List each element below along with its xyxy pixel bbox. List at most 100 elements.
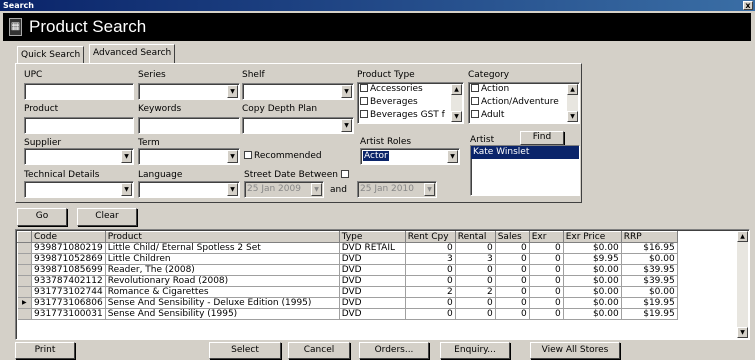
print-button[interactable]: Print bbox=[15, 342, 75, 359]
chevron-down-icon[interactable]: ▼ bbox=[311, 183, 322, 196]
list-item[interactable]: Kate Winslet bbox=[471, 146, 579, 159]
keywords-input[interactable] bbox=[138, 117, 240, 134]
product-input[interactable] bbox=[24, 117, 134, 134]
checkbox-icon[interactable] bbox=[244, 151, 252, 159]
tab-advanced-search[interactable]: Advanced Search bbox=[89, 44, 176, 64]
technical-combo[interactable]: ▼ bbox=[24, 181, 134, 198]
table-row[interactable]: 931773100031 Sense And Sensibility (1995)… bbox=[17, 308, 678, 320]
row-indicator[interactable] bbox=[17, 286, 32, 298]
chevron-down-icon[interactable]: ▼ bbox=[341, 85, 352, 98]
column-header[interactable]: Type bbox=[338, 231, 406, 243]
checkbox-icon[interactable] bbox=[360, 97, 368, 105]
scroll-down-icon[interactable]: ▼ bbox=[567, 111, 578, 122]
column-header[interactable]: Exr Price bbox=[562, 231, 622, 243]
table-cell: Romance & Cigarettes bbox=[105, 286, 340, 298]
table-row[interactable]: 931773102744 Romance & Cigarettes DVD 2 2 0 0 $… bbox=[17, 286, 678, 298]
checkbox-icon[interactable] bbox=[360, 110, 368, 118]
view-all-stores-button[interactable]: View All Stores bbox=[530, 342, 620, 359]
table-cell: $9.95 bbox=[563, 253, 622, 265]
scroll-down-icon[interactable]: ▼ bbox=[451, 111, 462, 122]
chevron-down-icon[interactable]: ▼ bbox=[227, 183, 238, 196]
shelf-combo[interactable]: ▼ bbox=[242, 83, 354, 100]
column-header[interactable]: Product bbox=[104, 231, 340, 243]
scrollbar[interactable]: ▲ ▼ bbox=[451, 84, 462, 122]
recommended-checkbox[interactable]: Recommended bbox=[244, 151, 322, 161]
chevron-down-icon[interactable]: ▼ bbox=[227, 150, 238, 163]
column-header[interactable]: Code bbox=[31, 231, 106, 243]
term-combo[interactable]: ▼ bbox=[138, 148, 240, 165]
column-header[interactable]: Rent Cpy bbox=[404, 231, 456, 243]
select-button[interactable]: Select bbox=[209, 342, 281, 359]
chevron-down-icon[interactable]: ▼ bbox=[424, 183, 435, 196]
date-from-picker[interactable]: 25 Jan 2009 ▼ bbox=[244, 181, 324, 198]
upc-input[interactable] bbox=[24, 83, 134, 100]
street-date-label[interactable]: Street Date Between bbox=[244, 170, 351, 180]
checkbox-icon[interactable] bbox=[340, 170, 349, 178]
term-label: Term bbox=[138, 138, 160, 148]
category-list[interactable]: Action Action/Adventure Adult ▲ ▼ bbox=[468, 82, 580, 124]
chevron-down-icon[interactable]: ▼ bbox=[447, 150, 458, 163]
checkbox-icon[interactable] bbox=[360, 84, 368, 92]
copy-depth-combo[interactable]: ▼ bbox=[242, 117, 354, 134]
scroll-up-icon[interactable]: ▲ bbox=[737, 231, 748, 242]
cancel-button[interactable]: Cancel bbox=[288, 342, 350, 359]
table-cell: $0.00 bbox=[563, 275, 622, 287]
list-item[interactable]: Action bbox=[469, 83, 579, 96]
chevron-down-icon[interactable]: ▼ bbox=[341, 119, 352, 132]
current-row-indicator-icon[interactable]: ▶ bbox=[17, 297, 32, 309]
table-cell: $19.95 bbox=[621, 308, 678, 320]
table-row[interactable]: 939871085699 Reader, The (2008) DVD 0 0 0 0 $0.… bbox=[17, 264, 678, 276]
series-combo[interactable]: ▼ bbox=[138, 83, 240, 100]
table-row[interactable]: 939871080219 Little Child/ Eternal Spotle… bbox=[17, 242, 678, 254]
scrollbar[interactable]: ▲ ▼ bbox=[567, 84, 578, 122]
table-cell: 933787402112 bbox=[31, 275, 106, 287]
checkbox-icon[interactable] bbox=[471, 84, 479, 92]
clear-button[interactable]: Clear bbox=[77, 208, 137, 226]
scroll-up-icon[interactable]: ▲ bbox=[567, 84, 578, 95]
list-item[interactable]: Beverages GST f bbox=[358, 109, 463, 122]
tab-quick-search[interactable]: Quick Search bbox=[17, 46, 85, 64]
orders-button[interactable]: Orders... bbox=[359, 342, 429, 359]
find-button[interactable]: Find bbox=[520, 131, 564, 145]
row-indicator[interactable] bbox=[17, 264, 32, 276]
table-cell: 0 bbox=[495, 275, 530, 287]
supplier-combo[interactable]: ▼ bbox=[24, 148, 134, 165]
language-combo[interactable]: ▼ bbox=[138, 181, 240, 198]
go-button[interactable]: Go bbox=[17, 208, 67, 226]
artist-roles-combo[interactable]: Actor ▼ bbox=[360, 148, 460, 165]
list-item[interactable]: Beverages bbox=[358, 96, 463, 109]
column-header[interactable]: Sales bbox=[494, 231, 530, 243]
enquiry-button[interactable]: Enquiry... bbox=[440, 342, 510, 359]
artist-roles-label: Artist Roles bbox=[360, 137, 412, 147]
chevron-down-icon[interactable]: ▼ bbox=[227, 85, 238, 98]
window-title: Search bbox=[3, 1, 34, 10]
column-header[interactable]: Exr bbox=[528, 231, 564, 243]
product-type-list[interactable]: Accessories Beverages Beverages GST f ▲ … bbox=[357, 82, 464, 124]
table-cell: $0.00 bbox=[621, 253, 678, 265]
artist-list[interactable]: Kate Winslet bbox=[470, 145, 580, 196]
date-to-picker[interactable]: 25 Jan 2010 ▼ bbox=[357, 181, 437, 198]
row-indicator[interactable] bbox=[17, 275, 32, 287]
column-header[interactable]: RRP bbox=[620, 231, 678, 243]
checkbox-icon[interactable] bbox=[471, 97, 479, 105]
table-row[interactable]: 933787402112 Revolutionary Road (2008) DVD… bbox=[17, 275, 678, 287]
list-item[interactable]: Action/Adventure bbox=[469, 96, 579, 109]
close-icon[interactable]: x bbox=[743, 1, 753, 10]
table-cell: 939871085699 bbox=[31, 264, 106, 276]
table-row[interactable]: ▶ 931773106806 Sense And Sensibility - Del… bbox=[17, 297, 678, 309]
checkbox-icon[interactable] bbox=[471, 110, 479, 118]
scrollbar[interactable]: ▲ ▼ bbox=[737, 231, 748, 338]
chevron-down-icon[interactable]: ▼ bbox=[121, 183, 132, 196]
scroll-up-icon[interactable]: ▲ bbox=[451, 84, 462, 95]
list-item[interactable]: Adult bbox=[469, 109, 579, 122]
list-item[interactable]: Accessories bbox=[358, 83, 463, 96]
column-header[interactable]: Rental bbox=[454, 231, 496, 243]
row-indicator[interactable] bbox=[17, 242, 32, 254]
row-indicator[interactable] bbox=[17, 253, 32, 265]
row-indicator[interactable] bbox=[17, 308, 32, 320]
results-grid[interactable]: Code Product Type Rent Cpy Rental Sales … bbox=[15, 229, 750, 340]
scroll-down-icon[interactable]: ▼ bbox=[737, 327, 748, 338]
table-row[interactable]: 939871052869 Little Children DVD 3 3 0 0 $9.95 $… bbox=[17, 253, 678, 265]
chevron-down-icon[interactable]: ▼ bbox=[121, 150, 132, 163]
table-cell: 931773102744 bbox=[31, 286, 106, 298]
